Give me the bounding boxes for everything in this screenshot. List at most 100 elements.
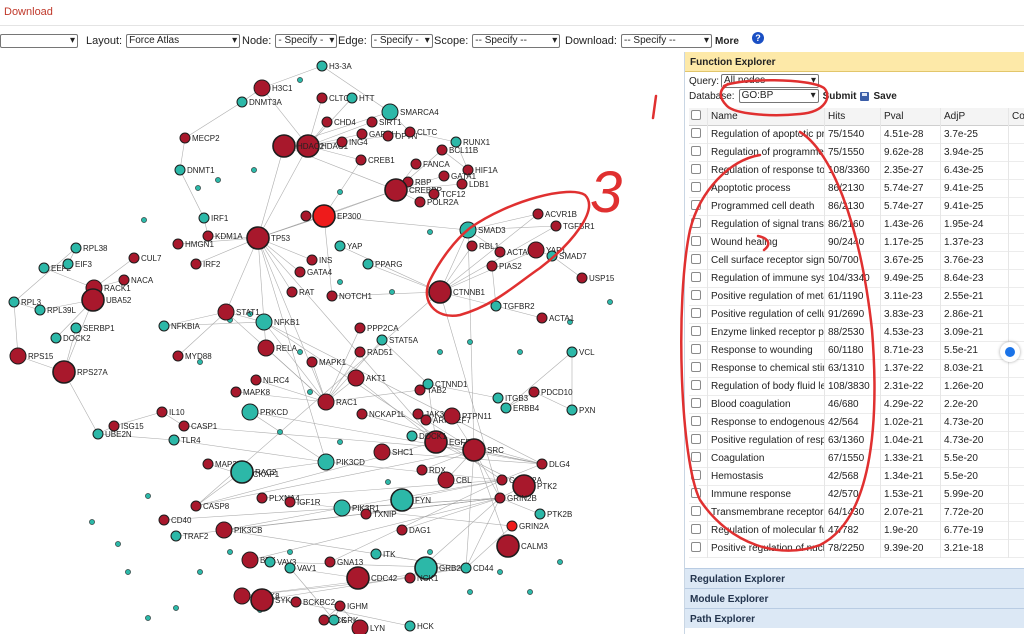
graph-node[interactable] bbox=[496, 474, 508, 486]
graph-node[interactable] bbox=[246, 226, 270, 250]
graph-node[interactable] bbox=[156, 406, 168, 418]
graph-node[interactable] bbox=[264, 556, 276, 568]
graph-node[interactable] bbox=[334, 240, 346, 252]
regulation-explorer-header[interactable]: Regulation Explorer bbox=[685, 568, 1024, 588]
graph-node[interactable] bbox=[462, 438, 486, 462]
graph-node[interactable] bbox=[536, 458, 548, 470]
graph-node[interactable] bbox=[366, 116, 378, 128]
row-checkbox[interactable] bbox=[691, 524, 701, 535]
graph-node-dot[interactable] bbox=[607, 299, 613, 305]
graph-node[interactable] bbox=[404, 126, 416, 138]
column-header-name[interactable]: Name bbox=[707, 108, 824, 126]
graph-node-dot[interactable] bbox=[195, 185, 201, 191]
graph-node[interactable] bbox=[158, 514, 170, 526]
graph-node[interactable] bbox=[370, 548, 382, 560]
graph-node[interactable] bbox=[466, 240, 478, 252]
graph-node-dot[interactable] bbox=[427, 229, 433, 235]
scope-select[interactable]: -- Specify -- bbox=[472, 34, 561, 48]
table-row[interactable]: Response to chemical stimu 63/1310 1.37e-2… bbox=[689, 360, 1024, 378]
graph-node[interactable] bbox=[384, 178, 408, 202]
graph-node[interactable] bbox=[8, 296, 20, 308]
graph-node[interactable] bbox=[170, 530, 182, 542]
graph-node[interactable] bbox=[336, 136, 348, 148]
graph-node[interactable] bbox=[354, 322, 366, 334]
graph-node-dot[interactable] bbox=[467, 589, 473, 595]
graph-node[interactable] bbox=[496, 534, 520, 558]
help-icon[interactable]: ? bbox=[752, 32, 764, 44]
graph-node[interactable] bbox=[346, 92, 358, 104]
table-row[interactable]: Apoptotic process 86/2130 5.74e-27 9.41e-25 bbox=[689, 180, 1024, 198]
row-checkbox[interactable] bbox=[691, 146, 701, 157]
query-select[interactable]: All nodes bbox=[721, 74, 820, 88]
row-checkbox[interactable] bbox=[691, 182, 701, 193]
graph-node-dot[interactable] bbox=[467, 339, 473, 345]
graph-node[interactable] bbox=[158, 320, 170, 332]
graph-node-dot[interactable] bbox=[277, 429, 283, 435]
column-header-hits[interactable]: Hits bbox=[824, 108, 880, 126]
edge-select[interactable]: - Specify - bbox=[370, 34, 433, 48]
submit-button[interactable]: Submit bbox=[823, 91, 857, 102]
graph-node[interactable] bbox=[118, 274, 130, 286]
graph-node-dot[interactable] bbox=[297, 77, 303, 83]
graph-node[interactable] bbox=[333, 499, 351, 517]
graph-node[interactable] bbox=[396, 524, 408, 536]
graph-node-dot[interactable] bbox=[251, 167, 257, 173]
graph-node[interactable] bbox=[174, 164, 186, 176]
table-row[interactable]: Regulation of immune syst 104/3340 9.49e-2… bbox=[689, 270, 1024, 288]
graph-node[interactable] bbox=[190, 258, 202, 270]
graph-node[interactable] bbox=[312, 204, 336, 228]
table-row[interactable]: Hemostasis 42/568 1.34e-21 5.5e-20 bbox=[689, 468, 1024, 486]
graph-node[interactable] bbox=[253, 79, 271, 97]
graph-node[interactable] bbox=[354, 346, 366, 358]
row-checkbox[interactable] bbox=[691, 344, 701, 355]
graph-node[interactable] bbox=[241, 551, 259, 569]
database-select[interactable]: GO:BP bbox=[738, 89, 819, 103]
graph-node[interactable] bbox=[316, 92, 328, 104]
table-row[interactable]: Regulation of molecular fu 47/782 1.9e-20 6… bbox=[689, 522, 1024, 540]
graph-node[interactable] bbox=[34, 304, 46, 316]
graph-node[interactable] bbox=[318, 614, 330, 626]
graph-node-dot[interactable] bbox=[297, 349, 303, 355]
graph-node-dot[interactable] bbox=[145, 615, 151, 621]
row-checkbox[interactable] bbox=[691, 308, 701, 319]
graph-node[interactable] bbox=[179, 132, 191, 144]
network-graph[interactable]: H3-3A H3C1 DNMT3A CLTC HTT SMARCA4 CHD4 SIRT1 HD… bbox=[0, 52, 684, 634]
graph-node[interactable] bbox=[172, 238, 184, 250]
node-select[interactable]: - Specify - bbox=[275, 34, 338, 48]
graph-node[interactable] bbox=[324, 556, 336, 568]
graph-node[interactable] bbox=[70, 322, 82, 334]
graph-node[interactable] bbox=[373, 443, 391, 461]
graph-node[interactable] bbox=[494, 246, 506, 258]
graph-node[interactable] bbox=[290, 596, 302, 608]
more-button[interactable]: More bbox=[715, 36, 739, 47]
graph-node[interactable] bbox=[362, 258, 374, 270]
floating-action-button[interactable] bbox=[1000, 342, 1020, 362]
table-row[interactable]: Regulation of response to s 108/3360 2.35e… bbox=[689, 162, 1024, 180]
graph-node[interactable] bbox=[416, 464, 428, 476]
graph-node[interactable] bbox=[443, 407, 461, 425]
graph-node[interactable] bbox=[326, 290, 338, 302]
row-checkbox[interactable] bbox=[691, 416, 701, 427]
graph-node[interactable] bbox=[190, 500, 202, 512]
graph-node[interactable] bbox=[217, 303, 235, 321]
table-row[interactable]: Positive regulation of nucle 78/2250 9.39e… bbox=[689, 540, 1024, 558]
graph-node[interactable] bbox=[38, 262, 50, 274]
graph-node[interactable] bbox=[532, 208, 544, 220]
download-select[interactable]: -- Specify -- bbox=[620, 34, 712, 48]
row-checkbox[interactable] bbox=[691, 254, 701, 265]
row-checkbox[interactable] bbox=[691, 128, 701, 139]
graph-node[interactable] bbox=[250, 374, 262, 386]
row-checkbox[interactable] bbox=[691, 236, 701, 247]
graph-node-dot[interactable] bbox=[337, 439, 343, 445]
graph-node[interactable] bbox=[347, 369, 365, 387]
graph-node[interactable] bbox=[360, 508, 372, 520]
graph-node[interactable] bbox=[70, 242, 82, 254]
graph-node-dot[interactable] bbox=[337, 189, 343, 195]
graph-node-dot[interactable] bbox=[337, 279, 343, 285]
graph-node[interactable] bbox=[233, 587, 251, 605]
graph-node[interactable] bbox=[321, 116, 333, 128]
graph-node-dot[interactable] bbox=[89, 519, 95, 525]
graph-node[interactable] bbox=[128, 252, 140, 264]
graph-node[interactable] bbox=[534, 508, 546, 520]
graph-node[interactable] bbox=[486, 260, 498, 272]
